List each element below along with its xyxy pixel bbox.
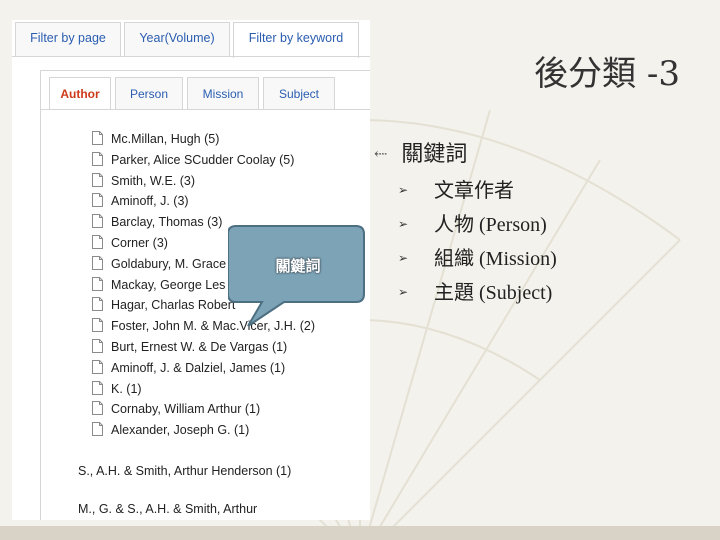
- tab-year-volume[interactable]: Year(Volume): [124, 22, 230, 56]
- list-item-label: Parker, Alice SCudder Coolay (5): [111, 152, 295, 167]
- document-icon: [92, 255, 103, 270]
- sub-bullet: ➢ 主題 (Subject): [398, 276, 552, 305]
- bottom-bar: [0, 526, 720, 540]
- document-icon: [92, 235, 103, 249]
- list-item[interactable]: K. (1): [92, 380, 142, 401]
- document-icon: [92, 276, 103, 291]
- sub-bullet: ➢ 文章作者: [398, 174, 514, 203]
- list-item[interactable]: Mc.Millan, Hugh (5): [92, 131, 219, 151]
- document-icon: [92, 422, 103, 437]
- list-item[interactable]: Alexander, Joseph G. (1): [92, 422, 249, 442]
- callout-label: 關鍵詞: [275, 257, 321, 275]
- list-item[interactable]: Barclay, Thomas (3): [92, 214, 222, 234]
- sub-bullet-text: 人物 (Person): [434, 214, 547, 236]
- list-item-label: Cornaby, William Arthur (1): [111, 402, 261, 417]
- list-item[interactable]: Corner (3): [92, 235, 168, 255]
- sub-bullet: ➢ 人物 (Person): [398, 208, 547, 237]
- document-icon: [92, 339, 103, 353]
- list-item-label: Burt, Ernest W. & De Vargas (1): [111, 340, 288, 354]
- tab-mission[interactable]: Mission: [187, 77, 259, 109]
- list-item[interactable]: Smith, W.E. (3): [92, 172, 196, 193]
- list-item-label: Mc.Millan, Hugh (5): [111, 132, 220, 146]
- top-tabs: Filter by page Year(Volume) Filter by ke…: [12, 20, 370, 58]
- sub-bullet-text: 主題 (Subject): [434, 282, 553, 304]
- document-icon: [92, 359, 103, 374]
- document-icon: [92, 151, 103, 166]
- list-item[interactable]: S., A.H. & Smith, Arthur Henderson (1): [78, 464, 291, 478]
- tab-subject[interactable]: Subject: [263, 77, 335, 109]
- chevron-right-icon: ➢: [398, 251, 409, 265]
- main-bullet: ⇠ 關鍵詞: [374, 136, 467, 168]
- slide-title: 後分類 -3: [534, 54, 680, 94]
- list-item-label: Smith, W.E. (3): [111, 173, 196, 188]
- list-item[interactable]: Cornaby, William Arthur (1): [92, 401, 260, 421]
- sub-bullet-text: 組織 (Mission): [434, 248, 557, 270]
- list-item-label: Corner (3): [111, 236, 168, 250]
- document-icon: [92, 401, 103, 416]
- list-item[interactable]: Goldabury, M. Grace: [92, 255, 227, 276]
- subtabs-divider: [41, 109, 370, 110]
- chevron-right-icon: ➢: [398, 285, 409, 299]
- tab-person[interactable]: Person: [115, 77, 183, 109]
- list-item-label: Goldabury, M. Grace: [111, 256, 227, 271]
- list-item-label: Barclay, Thomas (3): [111, 215, 223, 230]
- document-icon: [92, 380, 103, 395]
- list-item[interactable]: Aminoff, J. & Dalziel, James (1): [92, 359, 286, 380]
- list-item-label: Mackay, George Les: [111, 277, 226, 292]
- document-icon: [92, 131, 103, 145]
- sub-bullet-text: 文章作者: [434, 180, 514, 202]
- list-item[interactable]: Burt, Ernest W. & De Vargas (1): [92, 339, 287, 359]
- list-item-label: Aminoff, J. (3): [111, 194, 189, 209]
- document-icon: [92, 214, 103, 229]
- list-item[interactable]: Mackay, George Les: [92, 276, 226, 297]
- chevron-right-icon: ➢: [398, 183, 409, 197]
- list-item-label: Alexander, Joseph G. (1): [111, 423, 250, 438]
- main-bullet-text: 關鍵詞: [401, 142, 468, 167]
- document-icon: [92, 297, 103, 312]
- list-item[interactable]: Aminoff, J. (3): [92, 193, 189, 213]
- document-icon: [92, 172, 103, 187]
- tab-filter-by-page[interactable]: Filter by page: [15, 22, 121, 56]
- arrow-left-icon: ⇠: [374, 144, 388, 163]
- tab-filter-by-keyword[interactable]: Filter by keyword: [233, 22, 359, 58]
- document-icon: [92, 318, 103, 333]
- list-item[interactable]: Parker, Alice SCudder Coolay (5): [92, 151, 295, 172]
- list-item-label: K. (1): [111, 381, 142, 396]
- list-item[interactable]: Hagar, Charlas Robert: [92, 297, 235, 317]
- list-item-label: Hagar, Charlas Robert: [111, 298, 236, 313]
- list-item[interactable]: M., G. & S., A.H. & Smith, Arthur: [78, 502, 257, 516]
- document-icon: [92, 193, 103, 208]
- chevron-right-icon: ➢: [398, 217, 409, 231]
- tabs-divider: [12, 56, 370, 57]
- list-item-label: Aminoff, J. & Dalziel, James (1): [111, 360, 286, 375]
- sub-bullet: ➢ 組織 (Mission): [398, 242, 557, 271]
- tab-author[interactable]: Author: [49, 77, 111, 109]
